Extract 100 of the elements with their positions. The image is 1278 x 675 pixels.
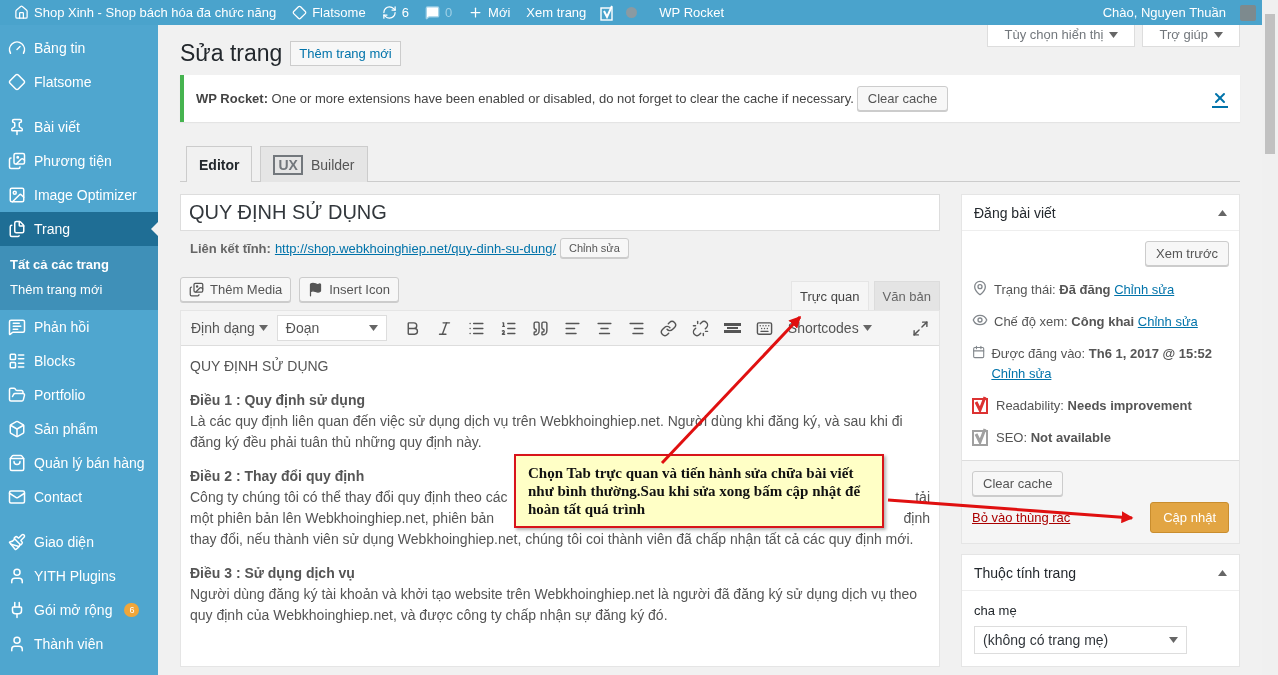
user-icon [8,635,26,653]
update-button[interactable]: Cập nhật [1150,502,1229,533]
sidebar-item[interactable]: Gói mở rộng 6 [0,593,158,627]
media-button[interactable]: Insert Icon [299,277,399,302]
screen-tab[interactable]: Trợ giúp [1142,25,1240,47]
parent-select[interactable]: (không có trang mẹ) [974,626,1187,654]
folder-icon [8,386,26,404]
edit-link[interactable]: Chỉnh sửa [991,366,1052,381]
sidebar-item[interactable]: Image Optimizer [0,178,158,212]
editor-tab[interactable]: Editor [186,146,253,182]
sidebar-item[interactable]: Giao diện [0,525,158,559]
editor-tab[interactable]: UX Builder [260,146,368,182]
sidebar-item[interactable]: Flatsome [0,65,158,99]
add-new-button[interactable]: Thêm trang mới [290,41,401,66]
avatar [1240,4,1256,21]
title-input[interactable]: QUY ĐỊNH SỬ DỤNG [180,194,940,231]
unlink-icon [691,319,709,337]
sidebar-item[interactable]: Contact [0,480,158,514]
calendar-icon [972,344,986,360]
edit-link[interactable]: Chỉnh sửa [1137,314,1198,329]
callout-note: Chọn Tab trực quan và tiến hành sửa chữa bài viết như bình thường.Sau khi sửa xong bấm cập nhật để hoàn tất quá trình [514,454,884,528]
panel-title: Thuộc tính trang [974,564,1076,581]
toolbar-item[interactable]: Flatsome [284,0,374,25]
page-title: Sửa trang [180,40,283,67]
media-button[interactable]: Thêm Media [180,277,292,302]
images-icon [8,152,26,170]
more-icon [723,323,741,333]
screen-tab[interactable]: Tùy chọn hiển thị [987,25,1136,47]
toolbar-item[interactable]: WP Rocket [651,0,733,25]
clear-cache-button[interactable]: Clear cache [972,471,1064,496]
gauge-icon [8,39,26,57]
caret-icon [258,325,268,331]
format-menu[interactable]: Định dạng [185,316,274,340]
home-icon [14,5,29,20]
link-icon [659,319,677,337]
edit-link[interactable]: Chỉnh sửa [1114,282,1175,297]
sidebar-item[interactable]: Trang [0,212,158,246]
submenu-item[interactable]: Tất cả các trang [0,252,158,277]
scroll-thumb[interactable] [1265,14,1275,154]
sidebar-item[interactable]: Blocks [0,344,158,378]
permalink-label: Liên kết tĩnh: [190,240,271,256]
content-heading: QUY ĐỊNH SỬ DỤNG [190,356,329,376]
sidebar-item[interactable]: Bài viết [0,110,158,144]
sidebar-item[interactable]: Sản phẩm [0,412,158,446]
bag-icon [8,454,26,472]
toolbar-item[interactable]: 6 [373,0,417,25]
toolbar-item[interactable]: Shop Xinh - Shop bách hóa đa chức năng [6,0,285,25]
shortcodes-menu[interactable]: Shortcodes [781,316,878,340]
preview-button[interactable]: Xem trước [1145,241,1229,266]
meta-text: Được đăng vào: Th6 1, 2017 @ 15:52 [991,346,1213,361]
meta-text: SEO: Not available [996,430,1111,445]
section-title: Điều 3 : Sử dụng dịch vụ [190,564,355,583]
quote-icon [531,319,549,337]
tab-label: Editor [199,156,240,173]
comment-icon [424,5,440,20]
notice-text: WP Rocket: One or more extensions have been enabled or disabled, do not forget to clear the cache if necessary. [196,91,854,106]
count-badge: 6 [124,603,140,617]
submenu-item[interactable]: Thêm trang mới [0,277,158,302]
meta-text: Trạng thái: Đã đăng [994,282,1111,297]
meta-text: Chế độ xem: Công khai [994,314,1135,329]
paragraph-fragment: một phiên bản lên Webkhoinghiep.net, phiên bản [190,509,495,528]
permalink-link[interactable]: http://shop.webkhoinghiep.net/quy-dinh-su-dung/ [274,240,557,256]
mode-tab[interactable]: Trực quan [791,281,869,310]
sidebar-item[interactable]: Phương tiện [0,144,158,178]
sidebar-item[interactable]: Quản lý bán hàng [0,446,158,480]
diamond-icon [292,5,308,20]
sidebar-item[interactable]: Thành viên [0,627,158,661]
account-link[interactable]: Chào, Nguyen Thuần [1094,0,1234,25]
comment-icon [8,318,26,336]
blocks-icon [8,352,26,370]
clear-cache-button[interactable]: Clear cache [856,86,949,111]
numbered-list-icon [499,319,517,337]
sidebar-item[interactable]: YITH Plugins [0,559,158,593]
sidebar-item[interactable]: Portfolio [0,378,158,412]
mode-tab[interactable]: Văn bản [873,281,940,310]
edit-button[interactable]: Chỉnh sửa [560,238,629,258]
flag-icon [308,282,324,297]
ux-badge: UX [273,154,303,175]
paragraph-fragment: định [903,509,930,528]
images-icon [189,282,204,297]
section-title: Điều 2 : Thay đổi quy định [190,467,365,486]
brush-icon [8,533,26,551]
refresh-icon [381,5,397,20]
trash-link[interactable]: Bỏ vào thùng rác [972,510,1071,525]
collapse-icon[interactable] [1218,209,1227,216]
sidebar-item[interactable]: Bảng tin [0,31,158,65]
toolbar-item[interactable]: Xem trang [518,0,595,25]
image-icon [8,186,26,204]
keyboard-icon [755,319,773,337]
paragraph: Người dùng đăng ký tài khoản và khởi tạo website trên Webkhoinghiep.net là người đã đăng ký sử dụng dịch vụ theo quy định của Webkhoinghiep.net, và được công ty chấp nhận sự đăng ký đó. [190,585,919,625]
toolbar-item[interactable]: Mới [460,0,519,25]
paragraph: thay đổi, nếu thành viên sử dụng Webkhoinghiep.net, chúng tôi coi thành viên đã chấp nhận tất cả các quy định mới. [190,530,915,549]
caret-icon [1214,31,1223,38]
collapse-icon[interactable] [1218,569,1227,576]
sidebar-item[interactable]: Phản hồi [0,310,158,344]
plus-icon [468,5,484,20]
status-dot [626,7,638,18]
pin-icon [8,118,26,136]
block-select[interactable]: Đoạn [276,315,387,341]
tab-label: Builder [310,156,355,173]
